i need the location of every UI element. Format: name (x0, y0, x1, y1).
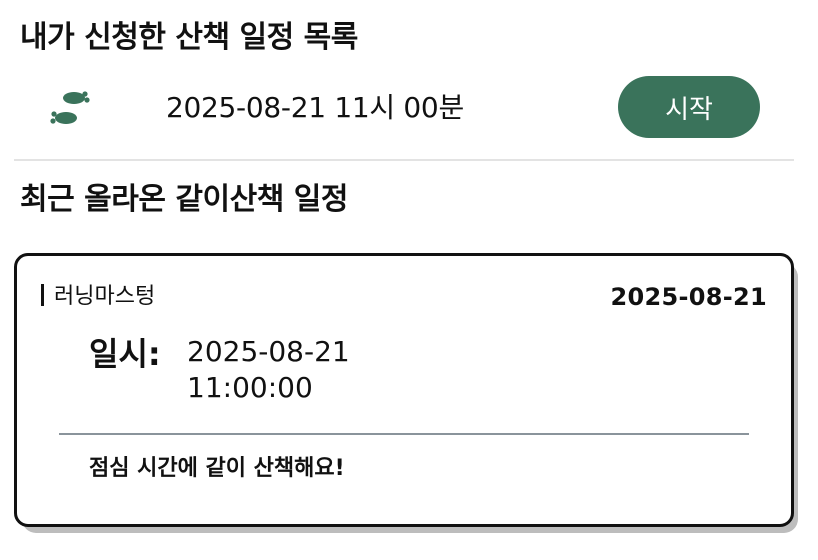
card-author-name: 러닝마스텅 (54, 284, 156, 309)
card-when-time: 11:00:00 (187, 371, 313, 404)
section-divider (14, 159, 794, 161)
walk-card-wrapper: 러닝마스텅 2025-08-21 일시: 2025-08-21 11:00:00… (14, 253, 798, 533)
schedule-datetime: 2025-08-21 11시 00분 (166, 91, 464, 124)
card-message: 점심 시간에 같이 산책해요! (89, 456, 345, 481)
my-schedule-item: 2025-08-21 11시 00분 시작 (14, 74, 794, 144)
card-divider (59, 433, 749, 435)
footprints-icon (44, 88, 94, 130)
card-when-label: 일시: (89, 335, 161, 373)
recent-walks-title: 최근 올라온 같이산책 일정 (20, 182, 348, 217)
start-button[interactable]: 시작 (618, 76, 760, 138)
card-when-value: 2025-08-21 11:00:00 (187, 334, 350, 406)
card-when-date: 2025-08-21 (187, 335, 350, 368)
my-schedules-title: 내가 신청한 산책 일정 목록 (20, 20, 358, 55)
card-post-date: 2025-08-21 (610, 283, 767, 311)
walk-card[interactable]: 러닝마스텅 2025-08-21 일시: 2025-08-21 11:00:00… (14, 253, 794, 527)
author-bar-marker (41, 284, 44, 306)
card-author: 러닝마스텅 (41, 282, 155, 312)
